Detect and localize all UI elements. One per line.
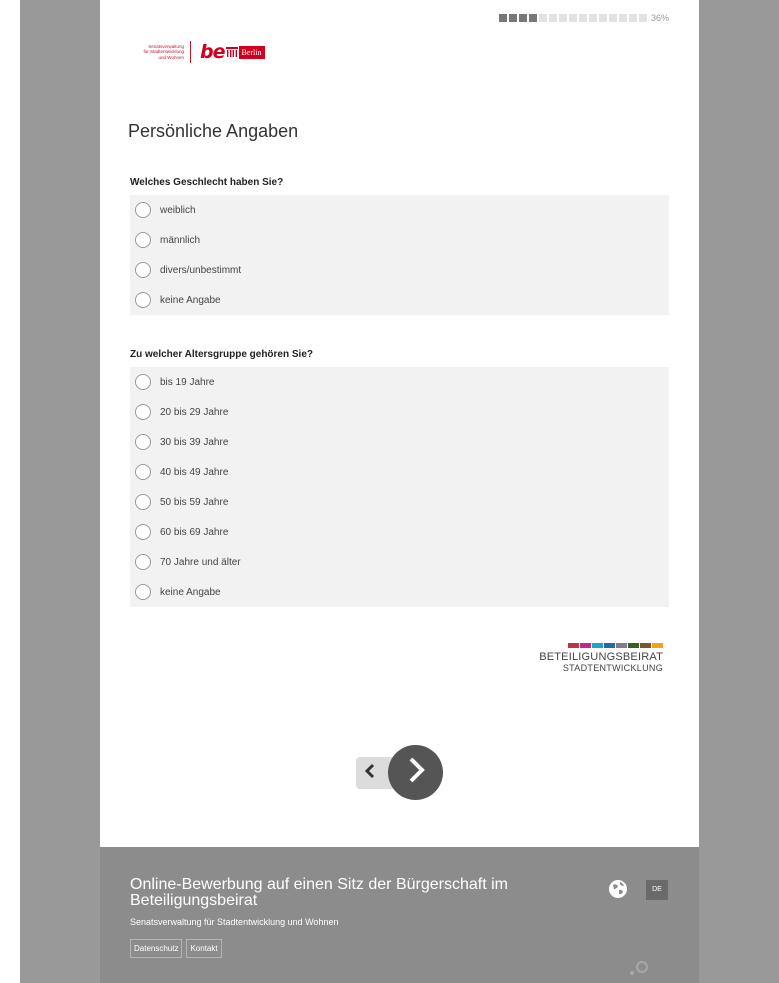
logo-divider <box>190 41 191 63</box>
chevron-right-icon <box>405 756 427 789</box>
option-label: 70 Jahre und älter <box>160 556 241 568</box>
berlin-label: Berlin <box>238 45 265 59</box>
page-title: Persönliche Angaben <box>128 121 299 141</box>
option-weiblich[interactable]: weiblich <box>130 195 669 225</box>
color-stripe <box>628 643 639 648</box>
option-30-39[interactable]: 30 bis 39 Jahre <box>130 427 669 457</box>
options-gender: weiblich männlich divers/unbestimmt kein… <box>130 195 669 315</box>
option-label: divers/unbestimmt <box>160 264 242 276</box>
radio-button[interactable] <box>135 584 151 600</box>
color-stripe <box>652 643 663 648</box>
option-50-59[interactable]: 50 bis 59 Jahre <box>130 487 669 517</box>
progress-segment <box>518 14 527 22</box>
option-70-plus[interactable]: 70 Jahre und älter <box>130 547 669 577</box>
kontakt-link[interactable]: Kontakt <box>186 939 222 958</box>
footer-subtitle: Senatsverwaltung für Stadtentwicklung un… <box>130 917 339 927</box>
color-stripe <box>568 643 579 648</box>
progress-segment <box>578 14 587 22</box>
progress-segment <box>638 14 647 22</box>
color-stripe <box>640 643 651 648</box>
survey-navigation <box>356 745 446 800</box>
option-label: keine Angabe <box>160 294 221 306</box>
progress-segment <box>498 14 507 22</box>
progress-segment <box>608 14 617 22</box>
option-40-49[interactable]: 40 bis 49 Jahre <box>130 457 669 487</box>
radio-button[interactable] <box>135 494 151 510</box>
color-stripes <box>533 643 663 648</box>
option-label: keine Angabe <box>160 586 221 598</box>
option-60-69[interactable]: 60 bis 69 Jahre <box>130 517 669 547</box>
progress-bar: 36% <box>498 13 669 23</box>
option-keine-angabe[interactable]: keine Angabe <box>130 285 669 315</box>
option-20-29[interactable]: 20 bis 29 Jahre <box>130 397 669 427</box>
next-button[interactable] <box>388 745 443 800</box>
option-label: männlich <box>160 234 201 246</box>
radio-button[interactable] <box>135 232 151 248</box>
decorative-circle <box>620 959 660 983</box>
beteiligungsbeirat-logo: BETEILIGUNGSBEIRAT STADTENTWICKLUNG <box>533 643 663 673</box>
radio-button[interactable] <box>135 554 151 570</box>
progress-segment <box>538 14 547 22</box>
progress-segment <box>628 14 637 22</box>
radio-button[interactable] <box>135 464 151 480</box>
progress-segment <box>618 14 627 22</box>
option-label: 50 bis 59 Jahre <box>160 496 229 508</box>
radio-button[interactable] <box>135 374 151 390</box>
senate-logo: Senatsverwaltung für Stadtentwicklung un… <box>130 41 265 63</box>
globe-icon[interactable] <box>608 879 628 899</box>
color-stripe <box>616 643 627 648</box>
progress-segment <box>598 14 607 22</box>
option-maennlich[interactable]: männlich <box>130 225 669 255</box>
progress-segment <box>508 14 517 22</box>
option-label: 60 bis 69 Jahre <box>160 526 229 538</box>
beirat-title: BETEILIGUNGSBEIRAT <box>539 651 663 663</box>
radio-button[interactable] <box>135 434 151 450</box>
radio-button[interactable] <box>135 404 151 420</box>
footer: Online-Bewerbung auf einen Sitz der Bürg… <box>100 847 699 983</box>
option-bis-19[interactable]: bis 19 Jahre <box>130 367 669 397</box>
option-label: bis 19 Jahre <box>160 376 215 388</box>
progress-segment <box>548 14 557 22</box>
question-label: Welches Geschlecht haben Sie? <box>130 177 284 188</box>
color-stripe <box>580 643 591 648</box>
question-gender: Welches Geschlecht haben Sie? weiblich m… <box>130 176 669 315</box>
chevron-left-icon <box>363 763 377 784</box>
option-label: 30 bis 39 Jahre <box>160 436 229 448</box>
color-stripe <box>592 643 603 648</box>
radio-button[interactable] <box>135 524 151 540</box>
question-age: Zu welcher Altersgruppe gehören Sie? bis… <box>130 348 669 607</box>
be-berlin-wordmark: be <box>200 41 225 63</box>
option-label: 20 bis 29 Jahre <box>160 406 229 418</box>
progress-segments <box>498 14 649 22</box>
brandenburg-gate-icon <box>225 46 238 59</box>
option-label: 40 bis 49 Jahre <box>160 466 229 478</box>
progress-segment <box>568 14 577 22</box>
progress-segment <box>588 14 597 22</box>
datenschutz-link[interactable]: Datenschutz <box>130 939 183 958</box>
progress-label: 36% <box>650 13 669 23</box>
option-keine-angabe-age[interactable]: keine Angabe <box>130 577 669 607</box>
progress-segment <box>528 14 537 22</box>
footer-title: Online-Bewerbung auf einen Sitz der Bürg… <box>130 876 508 909</box>
footer-links: Datenschutz Kontakt <box>130 939 226 958</box>
beirat-subtitle: STADTENTWICKLUNG <box>562 663 663 673</box>
left-background <box>20 0 100 983</box>
question-label: Zu welcher Altersgruppe gehören Sie? <box>130 349 313 360</box>
senate-department-text: Senatsverwaltung für Stadtentwicklung un… <box>143 43 184 60</box>
language-selector[interactable]: DE <box>646 880 668 900</box>
options-age: bis 19 Jahre 20 bis 29 Jahre 30 bis 39 J… <box>130 367 669 607</box>
radio-button[interactable] <box>135 202 151 218</box>
color-stripe <box>604 643 615 648</box>
option-divers[interactable]: divers/unbestimmt <box>130 255 669 285</box>
survey-page: 36% Senatsverwaltung für Stadtentwicklun… <box>100 0 699 983</box>
radio-button[interactable] <box>135 262 151 278</box>
right-background <box>699 0 779 983</box>
option-label: weiblich <box>160 204 196 216</box>
radio-button[interactable] <box>135 292 151 308</box>
progress-segment <box>558 14 567 22</box>
